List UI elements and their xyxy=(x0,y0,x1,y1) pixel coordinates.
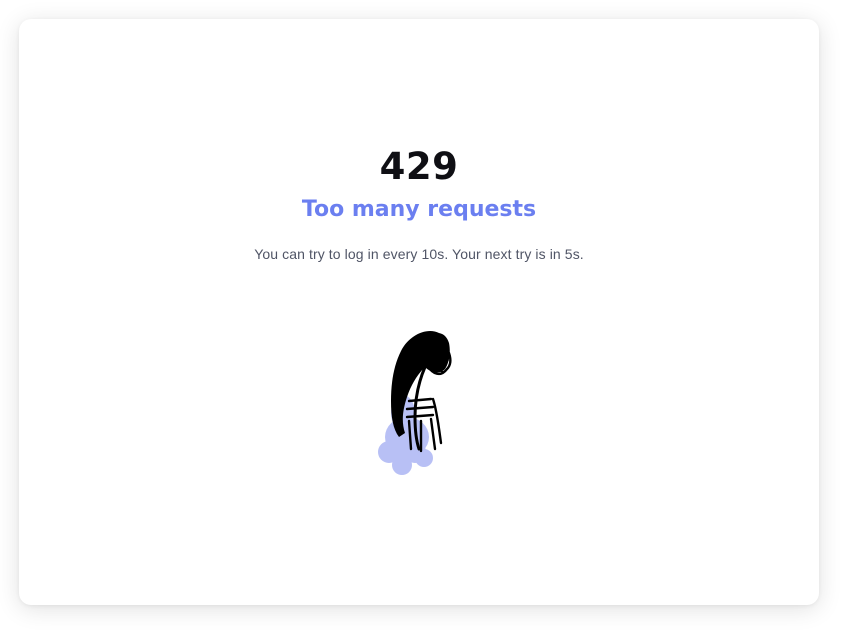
error-message: You can try to log in every 10s. Your ne… xyxy=(254,246,584,262)
page: 429 Too many requests You can try to log… xyxy=(0,0,848,634)
sad-girl-illustration-icon xyxy=(378,331,452,475)
error-card: 429 Too many requests You can try to log… xyxy=(19,19,819,605)
error-content: 429 Too many requests You can try to log… xyxy=(19,145,819,264)
error-title: Too many requests xyxy=(301,197,537,222)
error-code: 429 xyxy=(379,145,459,188)
